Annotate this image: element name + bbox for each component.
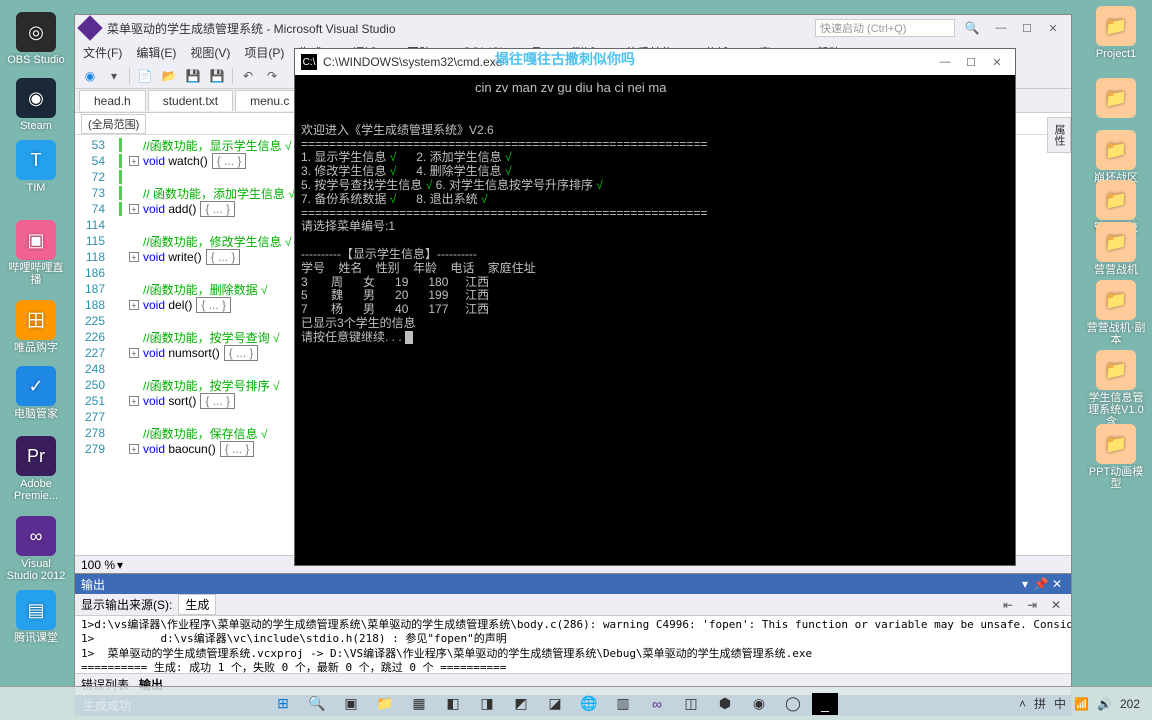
taskbar-app-icon[interactable]: ◪ <box>540 690 570 718</box>
desktop-folder[interactable]: 📁营营战机·副本 <box>1086 280 1146 346</box>
open-icon[interactable]: 📂 <box>160 67 178 85</box>
desktop-folder[interactable]: 📁 <box>1086 78 1146 120</box>
menu-item[interactable]: 视图(V) <box>190 44 230 61</box>
taskbar-app-icon[interactable]: ▥ <box>608 690 638 718</box>
undo-icon[interactable]: ↶ <box>239 67 257 85</box>
explorer-icon[interactable]: 📁 <box>370 690 400 718</box>
desktop-folder[interactable]: 📁营营战机 <box>1086 222 1146 276</box>
vs-titlebar[interactable]: 菜单驱动的学生成绩管理系统 - Microsoft Visual Studio … <box>75 15 1071 41</box>
cmd-icon: C:\ <box>301 54 317 70</box>
tray-time[interactable]: 202 <box>1120 697 1140 711</box>
desktop-folder[interactable]: 📁PPT动画模型 <box>1086 424 1146 490</box>
desktop-shortcut[interactable]: ◉Steam <box>6 78 66 132</box>
desktop-shortcut[interactable]: 田唯品购字 <box>6 300 66 354</box>
output-clear-icon[interactable]: ✕ <box>1047 596 1065 614</box>
desktop-shortcut[interactable]: ▣哔哩哔哩直播 <box>6 220 66 286</box>
desktop-shortcut[interactable]: TTIM <box>6 140 66 194</box>
menu-item[interactable]: 项目(P) <box>244 44 284 61</box>
taskbar-app-icon[interactable]: ◯ <box>778 690 808 718</box>
cmd-output[interactable]: cin zv man zv gu diu ha ci nei ma 欢迎进入《学… <box>295 75 1015 565</box>
desktop-shortcut[interactable]: PrAdobe Premie... <box>6 436 66 502</box>
taskbar: ⊞ 🔍 ▣ 📁 ▦ ◧ ◨ ◩ ◪ 🌐 ▥ ∞ ◫ ⬢ ◉ ◯ _ ˄ 拼 中 … <box>0 686 1152 720</box>
taskbar-app-icon[interactable]: ◫ <box>676 690 706 718</box>
desktop-shortcut[interactable]: ∞Visual Studio 2012 <box>6 516 66 582</box>
document-tab[interactable]: head.h <box>79 90 146 111</box>
desktop-shortcut[interactable]: ▤腾讯课堂 <box>6 590 66 644</box>
start-button[interactable]: ⊞ <box>268 690 298 718</box>
ime-overlay-text: 塌往嘎往古撒刺似你吗 <box>495 49 635 69</box>
tray-volume-icon[interactable]: 🔊 <box>1097 697 1112 711</box>
taskbar-app-icon[interactable]: ▦ <box>404 690 434 718</box>
menu-item[interactable]: 编辑(E) <box>136 44 176 61</box>
quick-launch-input[interactable]: 快速启动 (Ctrl+Q) <box>815 19 955 37</box>
taskbar-app-icon[interactable]: ◧ <box>438 690 468 718</box>
scope-dropdown[interactable]: (全局范围) <box>81 114 146 134</box>
desktop-folder[interactable]: 📁学生信息管理系统V1.0含... <box>1086 350 1146 428</box>
taskbar-app-icon[interactable]: ◨ <box>472 690 502 718</box>
document-tab[interactable]: student.txt <box>148 90 233 111</box>
cmd-window: C:\ C:\WINDOWS\system32\cmd.exe 塌往嘎往古撒刺似… <box>294 48 1016 566</box>
minimize-button[interactable]: — <box>989 19 1013 37</box>
close-button[interactable]: ✕ <box>1041 19 1065 37</box>
back-icon[interactable]: ◉ <box>81 67 99 85</box>
output-pin-icon[interactable]: ▾ <box>1017 577 1033 591</box>
tray-chevron-icon[interactable]: ˄ <box>1019 697 1026 711</box>
desktop-shortcut[interactable]: ✓电脑管家 <box>6 366 66 420</box>
cmd-minimize-button[interactable]: — <box>933 53 957 71</box>
edge-icon[interactable]: 🌐 <box>574 690 604 718</box>
redo-icon[interactable]: ↷ <box>263 67 281 85</box>
cmd-close-button[interactable]: ✕ <box>985 53 1009 71</box>
cmd-taskbar-icon[interactable]: _ <box>812 693 838 715</box>
output-next-icon[interactable]: ⇥ <box>1023 596 1041 614</box>
taskbar-app-icon[interactable]: ◉ <box>744 690 774 718</box>
output-close-icon[interactable]: ✕ <box>1049 577 1065 591</box>
ime-pinyin-text: cin zv man zv gu diu ha ci nei ma <box>475 81 666 96</box>
tray-ime[interactable]: 中 <box>1054 695 1066 712</box>
vs-title-text: 菜单驱动的学生成绩管理系统 - Microsoft Visual Studio <box>107 20 807 37</box>
output-content[interactable]: 1>d:\vs编译器\作业程序\菜单驱动的学生成绩管理系统\菜单驱动的学生成绩管… <box>75 616 1071 673</box>
output-title-text: 输出 <box>81 576 105 593</box>
zoom-level[interactable]: 100 % <box>81 558 115 572</box>
search-taskbar-icon[interactable]: 🔍 <box>302 690 332 718</box>
desktop-shortcut[interactable]: ◎OBS Studio <box>6 12 66 66</box>
taskbar-app-icon[interactable]: ⬢ <box>710 690 740 718</box>
search-icon[interactable]: 🔍 <box>963 19 981 37</box>
vs-logo-icon <box>77 15 102 40</box>
output-find-icon[interactable]: ⇤ <box>999 596 1017 614</box>
output-pin2-icon[interactable]: 📌 <box>1033 577 1049 591</box>
new-file-icon[interactable]: 📄 <box>136 67 154 85</box>
vs-taskbar-icon[interactable]: ∞ <box>642 690 672 718</box>
tray-lang[interactable]: 拼 <box>1034 695 1046 712</box>
tray-wifi-icon[interactable]: 📶 <box>1074 697 1089 711</box>
taskview-icon[interactable]: ▣ <box>336 690 366 718</box>
output-from-label: 显示输出来源(S): <box>81 596 172 613</box>
cmd-titlebar[interactable]: C:\ C:\WINDOWS\system32\cmd.exe 塌往嘎往古撒刺似… <box>295 49 1015 75</box>
taskbar-app-icon[interactable]: ◩ <box>506 690 536 718</box>
save-icon[interactable]: 💾 <box>184 67 202 85</box>
output-source-select[interactable]: 生成 <box>178 594 216 615</box>
save-all-icon[interactable]: 💾 <box>208 67 226 85</box>
forward-icon[interactable]: ▾ <box>105 67 123 85</box>
desktop-folder[interactable]: 📁Project1 <box>1086 6 1146 60</box>
properties-side-tab[interactable]: 属性 <box>1047 117 1071 153</box>
output-panel: 输出 ▾ 📌 ✕ 显示输出来源(S): 生成 ⇤ ⇥ ✕ 1>d:\vs编译器\… <box>75 573 1071 695</box>
menu-item[interactable]: 文件(F) <box>83 44 122 61</box>
cmd-maximize-button[interactable]: ☐ <box>959 53 983 71</box>
maximize-button[interactable]: ☐ <box>1015 19 1039 37</box>
